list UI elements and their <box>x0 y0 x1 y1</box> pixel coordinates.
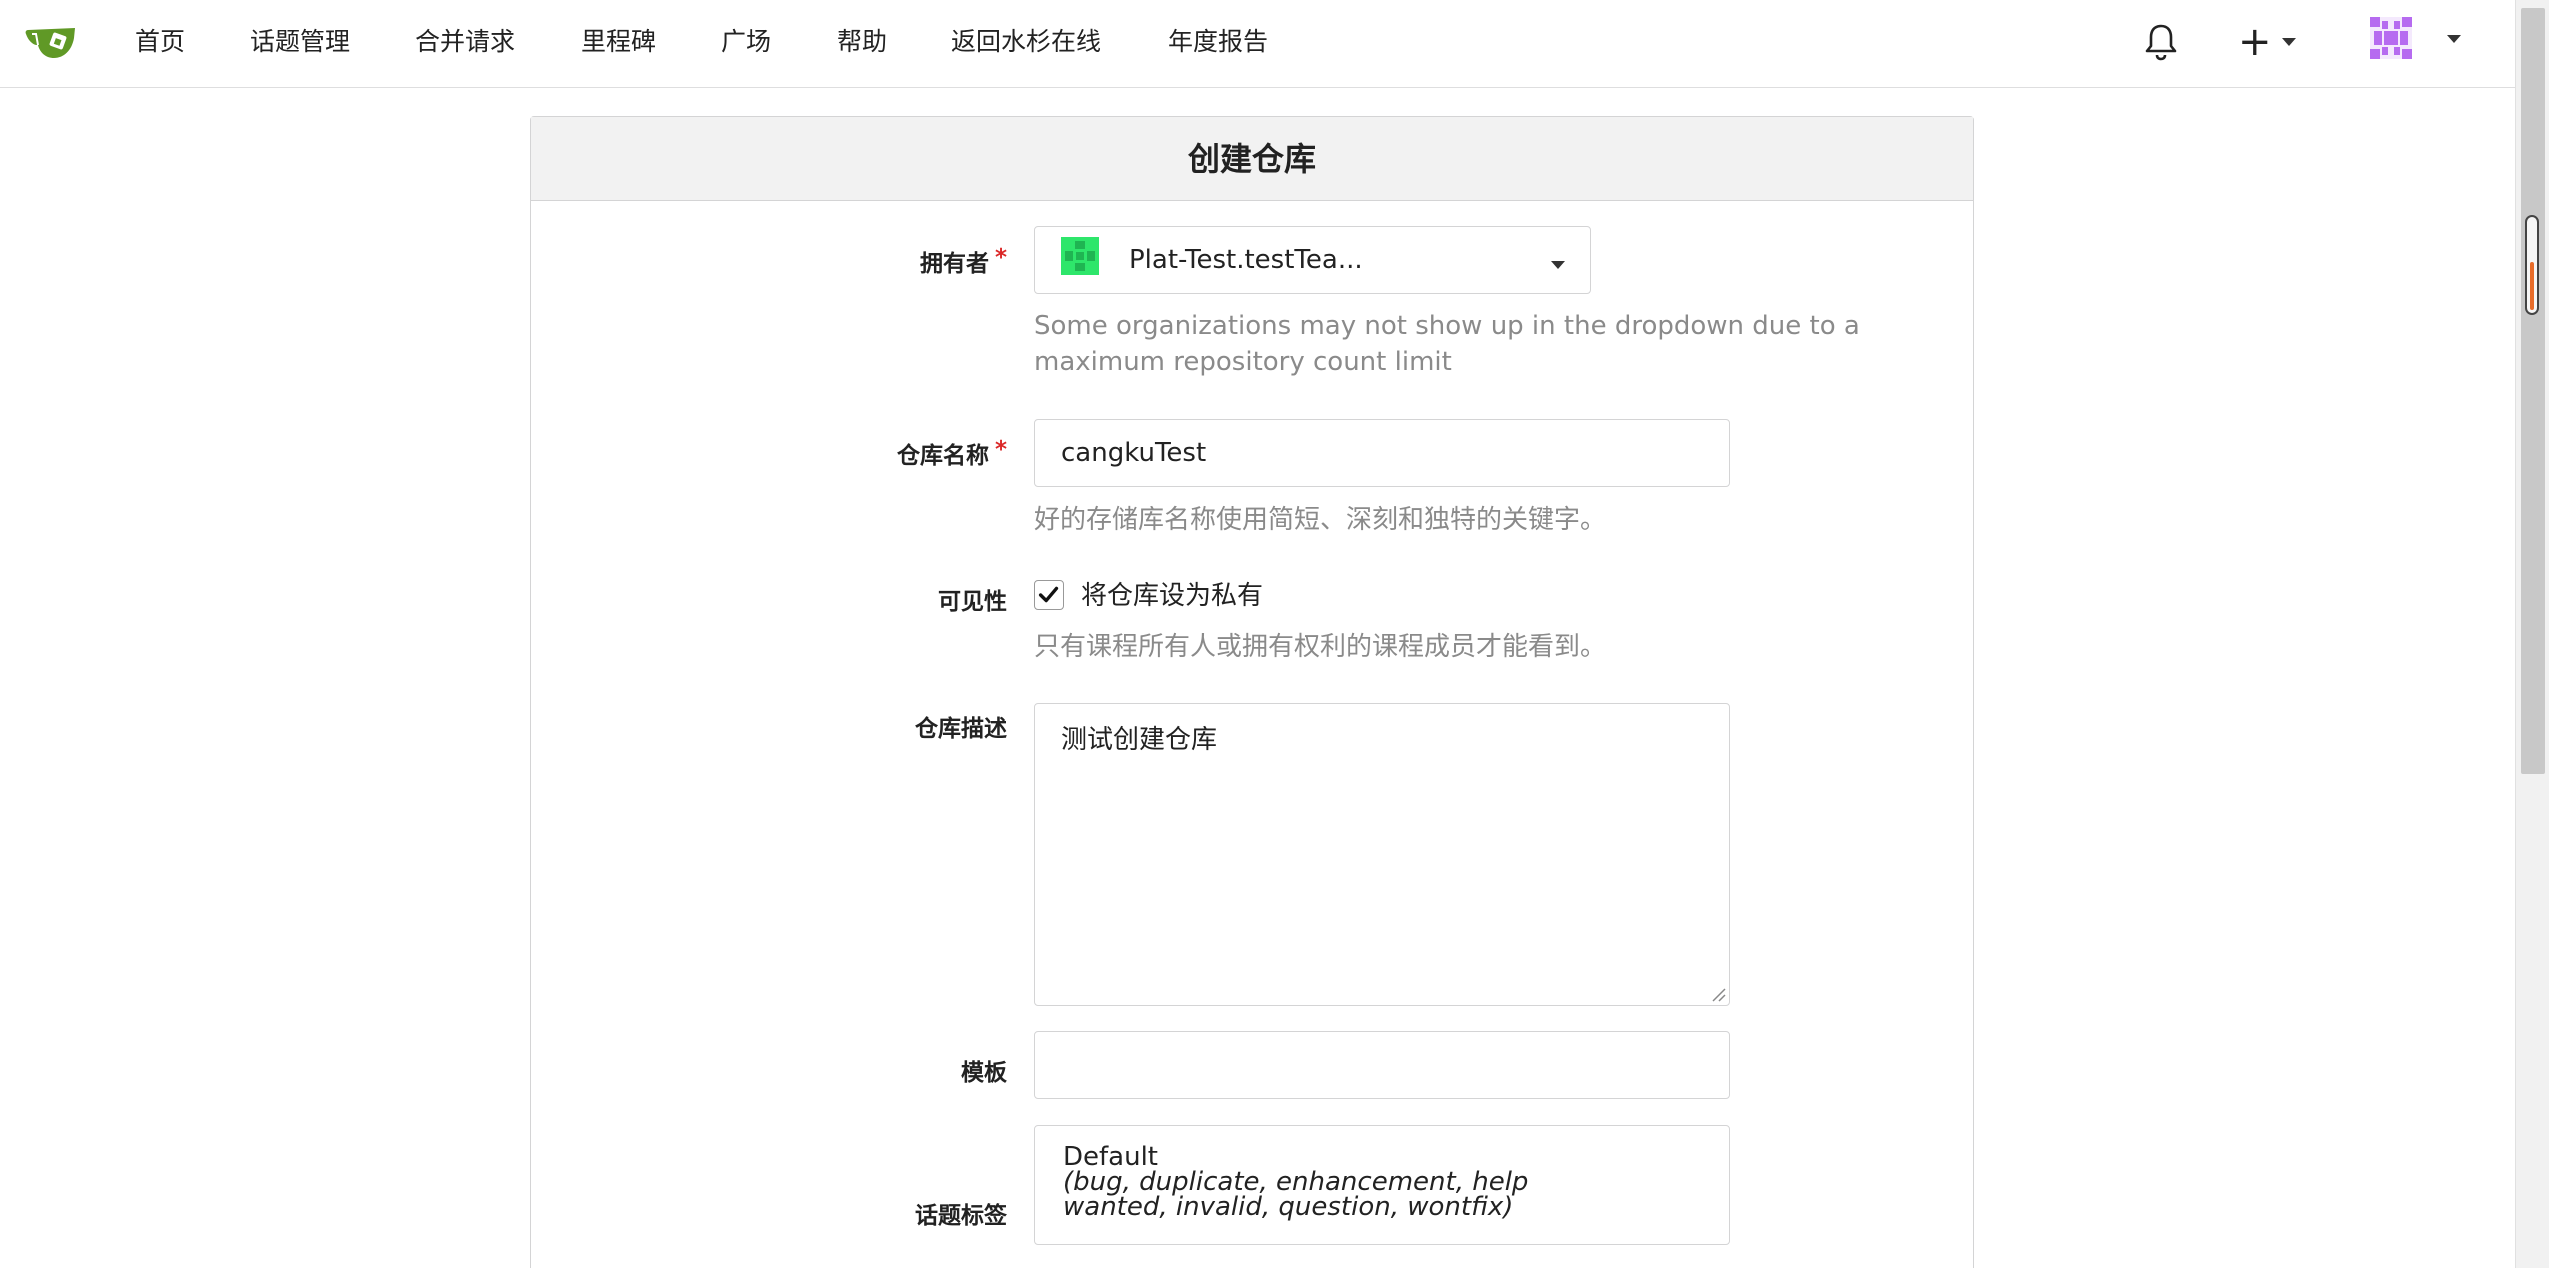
description-value: 测试创建仓库 <box>1061 725 1218 755</box>
nav-pull-requests[interactable]: 合并请求 <box>415 22 515 62</box>
owner-dropdown[interactable]: Plat-Test.testTea... <box>1034 226 1591 294</box>
scroll-position-marker <box>2525 215 2539 315</box>
visibility-label: 可见性 <box>667 582 1007 616</box>
nav-back-to-online[interactable]: 返回水杉在线 <box>951 22 1101 62</box>
nav-help[interactable]: 帮助 <box>837 22 887 62</box>
page-scrollbar[interactable] <box>2515 0 2549 1268</box>
template-label-text: 模板 <box>961 1060 1007 1086</box>
top-navbar: 首页 话题管理 合并请求 里程碑 广场 帮助 返回水杉在线 年度报告 + <box>0 0 2515 88</box>
repo-name-value: cangkuTest <box>1061 438 1207 468</box>
repo-name-input[interactable]: cangkuTest <box>1034 419 1730 487</box>
nav-issues[interactable]: 话题管理 <box>250 22 350 62</box>
bell-icon[interactable] <box>2143 22 2179 62</box>
nav-explore[interactable]: 广场 <box>721 22 771 62</box>
required-marker: * <box>994 245 1007 271</box>
issue-labels-label: 话题标签 <box>667 1196 1007 1230</box>
nav-annual-report[interactable]: 年度报告 <box>1168 22 1268 62</box>
tea-cup-logo-icon[interactable] <box>24 20 78 60</box>
visibility-label-text: 可见性 <box>938 589 1007 615</box>
owner-label-text: 拥有者 <box>919 251 989 277</box>
description-textarea[interactable]: 测试创建仓库 <box>1034 703 1730 1006</box>
page-title: 创建仓库 <box>531 117 1973 201</box>
repo-name-label: 仓库名称 * <box>667 436 1007 470</box>
scrollbar-thumb[interactable] <box>2521 8 2545 774</box>
chevron-down-icon <box>1551 261 1565 269</box>
issue-labels-detail: (bug, duplicate, enhancement, help wante… <box>1063 1167 1529 1222</box>
scroll-position-indicator <box>2530 262 2534 310</box>
issue-labels-label-text: 话题标签 <box>915 1203 1007 1229</box>
avatar[interactable] <box>2370 17 2412 59</box>
description-label-text: 仓库描述 <box>915 716 1007 742</box>
owner-avatar <box>1061 237 1099 275</box>
create-new-menu[interactable]: + <box>2238 18 2308 66</box>
resize-handle-icon[interactable] <box>1709 985 1727 1003</box>
private-checkbox[interactable] <box>1034 580 1064 610</box>
repo-name-help-text: 好的存储库名称使用简短、深刻和独特的关键字。 <box>1034 505 1607 535</box>
template-label: 模板 <box>667 1053 1007 1087</box>
nav-milestones[interactable]: 里程碑 <box>581 22 656 62</box>
owner-help-text: Some organizations may not show up in th… <box>1034 311 1860 377</box>
owner-selected-value: Plat-Test.testTea... <box>1129 245 1363 275</box>
visibility-help-text: 只有课程所有人或拥有权利的课程成员才能看到。 <box>1034 632 1607 662</box>
chevron-down-icon <box>2282 38 2296 46</box>
template-dropdown[interactable] <box>1034 1031 1730 1099</box>
checkmark-icon <box>1038 586 1059 603</box>
repo-name-label-text: 仓库名称 <box>896 443 989 469</box>
issue-labels-dropdown[interactable]: Default (bug, duplicate, enhancement, he… <box>1034 1125 1730 1245</box>
description-label: 仓库描述 <box>667 709 1007 743</box>
required-marker: * <box>994 437 1007 463</box>
owner-label: 拥有者 * <box>667 244 1007 278</box>
private-checkbox-label[interactable]: 将仓库设为私有 <box>1081 578 1263 614</box>
nav-home[interactable]: 首页 <box>135 22 185 62</box>
user-menu-chevron-icon[interactable] <box>2447 35 2461 43</box>
plus-icon: + <box>2238 19 2272 65</box>
